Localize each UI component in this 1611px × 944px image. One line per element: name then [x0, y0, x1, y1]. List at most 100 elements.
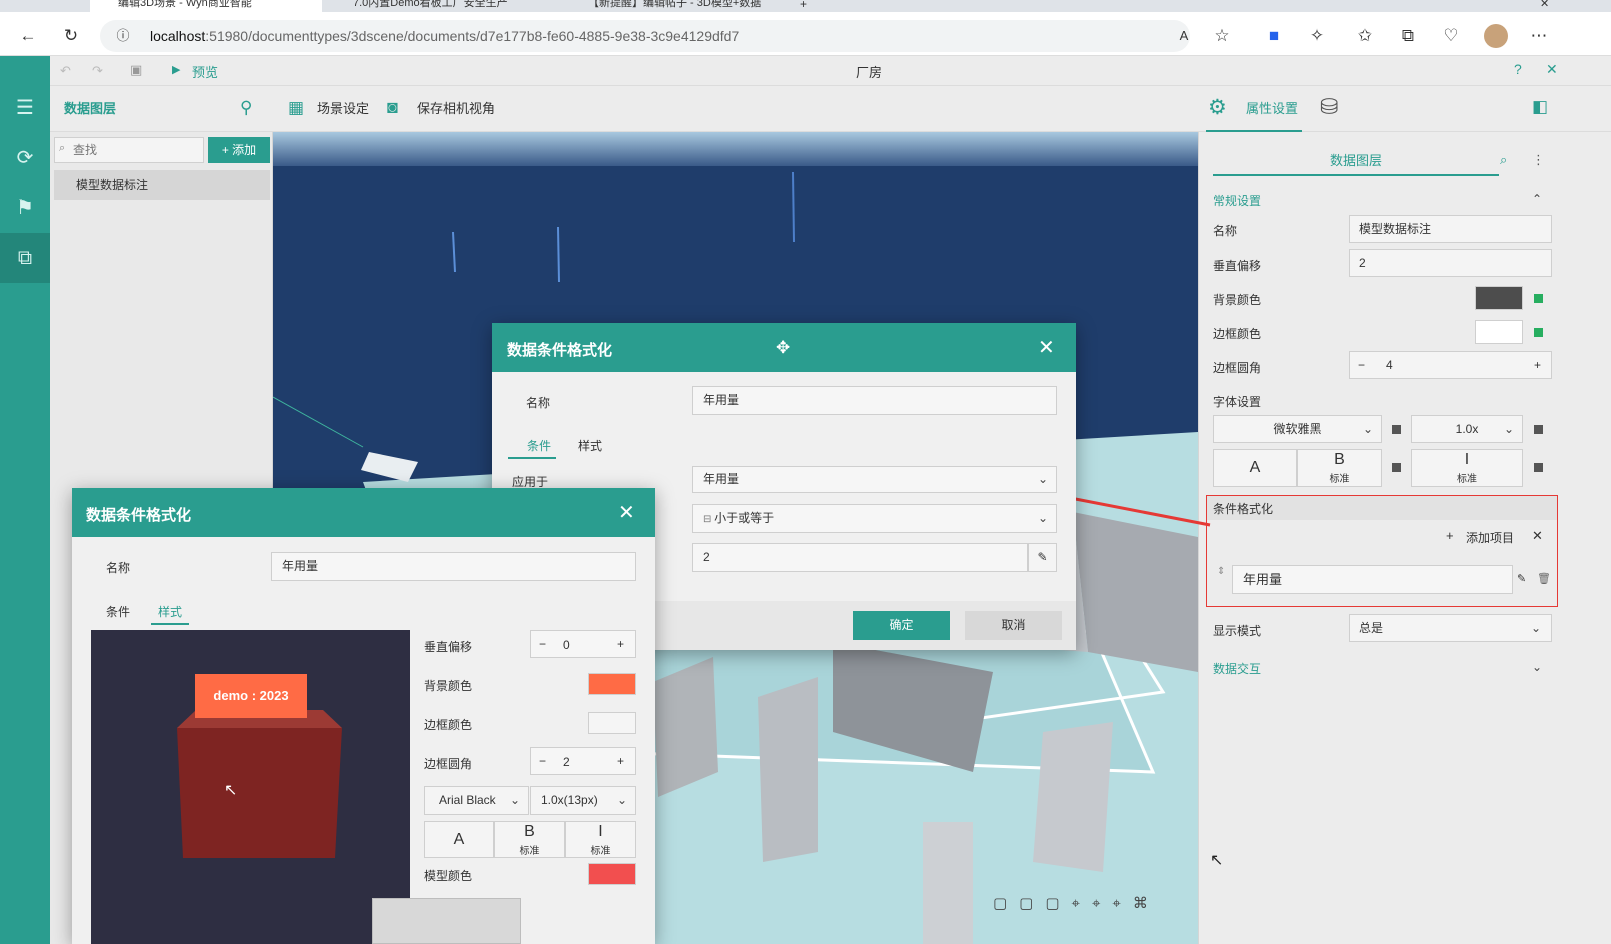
- favorite-star-icon[interactable]: ☆: [1206, 20, 1238, 52]
- bold-button[interactable]: B 标准: [1297, 449, 1382, 487]
- pin-icon[interactable]: ⚲: [240, 98, 252, 118]
- tab-property-settings[interactable]: 属性设置: [1246, 86, 1298, 132]
- tab-condition[interactable]: 条件: [106, 603, 130, 620]
- read-aloud-icon[interactable]: A: [1168, 20, 1200, 52]
- preview-button[interactable]: 预览: [192, 62, 218, 81]
- close-icon[interactable]: ✕: [1038, 335, 1055, 360]
- color-picker-popup[interactable]: [372, 898, 521, 944]
- data-layer-icon[interactable]: ⧉: [0, 233, 50, 283]
- browser-tab[interactable]: 【新提醒】编辑帖子 - 3D模型+数据: [560, 0, 788, 12]
- add-layer-button[interactable]: + 添加: [208, 137, 270, 163]
- browser-tab-active[interactable]: 编辑3D场景 - Wyn商业智能: [90, 0, 322, 12]
- trash-icon[interactable]: 🗑: [1537, 572, 1551, 585]
- apply-to-select[interactable]: 年用量 ⌄: [692, 466, 1057, 493]
- font-scale-select[interactable]: 1.0x ⌄: [1411, 415, 1523, 443]
- bg-color-swatch[interactable]: [1475, 286, 1523, 310]
- collections-icon[interactable]: ⧉: [1392, 20, 1424, 52]
- plus-icon[interactable]: +: [617, 637, 624, 651]
- border-color-swatch[interactable]: [588, 712, 636, 734]
- general-section-header[interactable]: 常规设置: [1213, 192, 1261, 209]
- name-field[interactable]: 年用量: [271, 552, 636, 581]
- data-point-icon[interactable]: ⚑: [0, 183, 50, 233]
- browser-tab[interactable]: 7.0内置Demo看板工厂安全生产: [325, 0, 557, 12]
- layer-list-item[interactable]: 模型数据标注: [54, 170, 270, 200]
- avatar[interactable]: [1484, 24, 1508, 48]
- tab-style[interactable]: 样式: [578, 437, 602, 454]
- offset-stepper[interactable]: − 0 +: [530, 630, 636, 658]
- performance-icon[interactable]: ♡: [1435, 20, 1467, 52]
- font-family-select[interactable]: 微软雅黑 ⌄: [1213, 415, 1382, 443]
- database-icon[interactable]: ⛁: [1320, 94, 1338, 120]
- scene-model-icon[interactable]: ⟳: [0, 133, 50, 183]
- more-icon[interactable]: ⋯: [1523, 20, 1555, 52]
- collapse-panel-icon[interactable]: ◧: [1532, 97, 1548, 117]
- cancel-button[interactable]: 取消: [965, 611, 1062, 640]
- dialog-header[interactable]: 数据条件格式化 ✥ ✕: [492, 323, 1076, 372]
- extension-icon[interactable]: ■: [1258, 20, 1290, 52]
- chevron-down-icon[interactable]: ⌄: [1532, 660, 1542, 674]
- threshold-input[interactable]: 2: [692, 543, 1028, 572]
- favorites-icon[interactable]: ✩: [1349, 20, 1381, 52]
- info-icon[interactable]: ⓘ: [107, 20, 139, 52]
- font-scale-select[interactable]: 1.0x(13px) ⌄: [530, 786, 636, 815]
- border-color-swatch[interactable]: [1475, 320, 1523, 344]
- name-field[interactable]: 年用量: [692, 386, 1057, 415]
- add-icon[interactable]: +: [1446, 528, 1454, 543]
- font-color-button[interactable]: A: [1213, 449, 1297, 487]
- condition-item[interactable]: 年用量: [1232, 565, 1513, 594]
- font-family-select[interactable]: Arial Black ⌄: [424, 786, 529, 815]
- font-color-button[interactable]: A: [424, 821, 494, 858]
- window-close-icon[interactable]: ✕: [1540, 0, 1549, 10]
- operator-select[interactable]: ⊟ 小于或等于 ⌄: [692, 504, 1057, 533]
- plus-icon[interactable]: +: [617, 754, 624, 768]
- puzzle-icon[interactable]: ✧: [1301, 20, 1333, 52]
- view-cube-toolbar[interactable]: ▢▢▢⌖⌖⌖⌘: [993, 894, 1193, 920]
- url-text[interactable]: localhost:51980/documenttypes/3dscene/do…: [150, 20, 739, 52]
- dialog-header[interactable]: 数据条件格式化 ✕: [72, 488, 655, 537]
- menu-icon[interactable]: ☰: [0, 83, 50, 133]
- close-icon[interactable]: ✕: [1532, 528, 1543, 544]
- chevron-up-icon[interactable]: ⌃: [1532, 192, 1542, 206]
- help-icon[interactable]: ?: [1514, 61, 1522, 77]
- italic-button[interactable]: I 标准: [1411, 449, 1523, 487]
- bold-button[interactable]: B 标准: [494, 821, 565, 858]
- scene-settings-button[interactable]: 场景设定: [317, 86, 369, 132]
- back-icon[interactable]: ←: [12, 20, 44, 52]
- move-icon[interactable]: ✥: [776, 338, 790, 358]
- interaction-section-header[interactable]: 数据交互: [1213, 660, 1261, 677]
- save-camera-button[interactable]: 保存相机视角: [417, 86, 495, 132]
- gear-icon[interactable]: ⚙: [1208, 95, 1227, 120]
- close-editor-icon[interactable]: ✕: [1546, 61, 1558, 78]
- name-field[interactable]: 模型数据标注: [1349, 215, 1552, 243]
- search-box[interactable]: ⌕: [54, 137, 204, 163]
- search-icon[interactable]: ⌕: [1500, 152, 1507, 168]
- redo-icon[interactable]: ↷: [92, 63, 103, 79]
- new-tab-icon[interactable]: +: [800, 0, 807, 10]
- edit-icon[interactable]: ✎: [1517, 572, 1526, 585]
- close-icon[interactable]: ✕: [618, 500, 635, 525]
- minus-icon[interactable]: −: [1358, 352, 1365, 378]
- minus-icon[interactable]: −: [539, 637, 546, 651]
- plus-icon[interactable]: +: [1534, 352, 1541, 378]
- display-mode-select[interactable]: 总是 ⌄: [1349, 614, 1552, 642]
- edit-expression-icon[interactable]: ✎: [1028, 543, 1057, 572]
- font-color-dot[interactable]: [1392, 425, 1401, 434]
- ok-button[interactable]: 确定: [853, 611, 950, 640]
- radius-stepper[interactable]: − 2 +: [530, 747, 636, 775]
- reorder-icon[interactable]: ⇕: [1217, 566, 1225, 577]
- reload-icon[interactable]: ↻: [55, 20, 87, 52]
- tab-condition[interactable]: 条件: [527, 437, 551, 454]
- save-icon[interactable]: ▣: [130, 62, 142, 78]
- camera-icon[interactable]: ◙: [387, 97, 398, 118]
- radius-stepper[interactable]: − 4 +: [1349, 351, 1552, 379]
- tab-style[interactable]: 样式: [158, 603, 182, 620]
- scene-settings-icon[interactable]: ▦: [288, 98, 304, 118]
- minus-icon[interactable]: −: [539, 754, 546, 768]
- search-input[interactable]: [73, 140, 198, 160]
- tab-data-layer[interactable]: 数据图层: [1213, 146, 1499, 176]
- preview-play-icon[interactable]: ▶: [172, 63, 180, 76]
- offset-field[interactable]: 2: [1349, 249, 1552, 277]
- more-options-icon[interactable]: ⋮: [1532, 152, 1545, 168]
- undo-icon[interactable]: ↶: [60, 63, 71, 79]
- model-color-swatch[interactable]: [588, 863, 636, 885]
